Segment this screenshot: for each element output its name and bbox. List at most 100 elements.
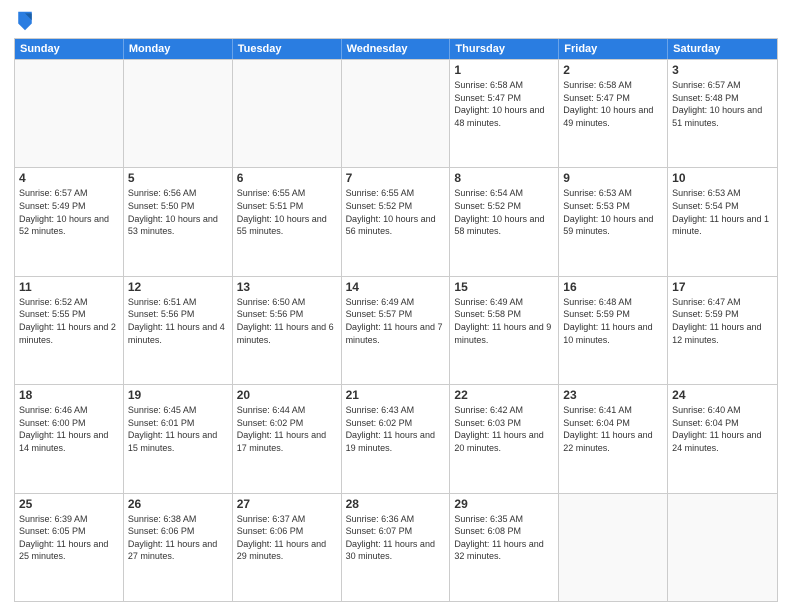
daylight-text: Daylight: 11 hours and 32 minutes.	[454, 538, 554, 563]
sunrise-text: Sunrise: 6:44 AM	[237, 404, 337, 417]
day-number: 14	[346, 280, 446, 294]
day-cell-15: 15Sunrise: 6:49 AMSunset: 5:58 PMDayligh…	[450, 277, 559, 384]
day-cell-11: 11 Sunrise: 6:52 AMSunset: 5:55 PMDayligh…	[15, 277, 124, 384]
day-cell-9: 9Sunrise: 6:53 AMSunset: 5:53 PMDaylight…	[559, 168, 668, 275]
daylight-text: Daylight: 10 hours and 48 minutes.	[454, 104, 554, 129]
sunrise-text: Sunrise: 6:57 AM	[672, 79, 773, 92]
daylight-text: Daylight: 11 hours and 22 minutes.	[563, 429, 663, 454]
day-cell-26: 26Sunrise: 6:38 AMSunset: 6:06 PMDayligh…	[124, 494, 233, 601]
day-cell-14: 14Sunrise: 6:49 AMSunset: 5:57 PMDayligh…	[342, 277, 451, 384]
empty-cell	[342, 60, 451, 167]
daylight-text: Daylight: 11 hours and 24 minutes.	[672, 429, 773, 454]
sunrise-text: Sunrise: 6:53 AM	[563, 187, 663, 200]
daylight-text: Daylight: 11 hours and 7 minutes.	[346, 321, 446, 346]
day-cell-19: 19Sunrise: 6:45 AMSunset: 6:01 PMDayligh…	[124, 385, 233, 492]
day-info: Sunrise: 6:57 AMSunset: 5:49 PMDaylight:…	[19, 187, 119, 237]
sunset-text: Sunset: 5:52 PM	[454, 200, 554, 213]
sunset-text: Sunset: 5:56 PM	[128, 308, 228, 321]
sunset-text: Sunset: 5:47 PM	[454, 92, 554, 105]
day-cell-3: 3 Sunrise: 6:57 AMSunset: 5:48 PMDaylight…	[668, 60, 777, 167]
daylight-text: Daylight: 11 hours and 19 minutes.	[346, 429, 446, 454]
sunset-text: Sunset: 5:47 PM	[563, 92, 663, 105]
sunset-text: Sunset: 5:54 PM	[672, 200, 773, 213]
day-cell-23: 23Sunrise: 6:41 AMSunset: 6:04 PMDayligh…	[559, 385, 668, 492]
day-cell-13: 13Sunrise: 6:50 AMSunset: 5:56 PMDayligh…	[233, 277, 342, 384]
logo-icon	[16, 10, 34, 32]
day-number: 3	[672, 63, 773, 77]
day-info: Sunrise: 6:43 AMSunset: 6:02 PMDaylight:…	[346, 404, 446, 454]
sunset-text: Sunset: 6:04 PM	[672, 417, 773, 430]
header-day-wednesday: Wednesday	[342, 39, 451, 59]
sunrise-text: Sunrise: 6:37 AM	[237, 513, 337, 526]
day-number: 12	[128, 280, 228, 294]
day-cell-5: 5Sunrise: 6:56 AMSunset: 5:50 PMDaylight…	[124, 168, 233, 275]
day-info: Sunrise: 6:48 AMSunset: 5:59 PMDaylight:…	[563, 296, 663, 346]
daylight-text: Daylight: 10 hours and 59 minutes.	[563, 213, 663, 238]
day-info: Sunrise: 6:46 AMSunset: 6:00 PMDaylight:…	[19, 404, 119, 454]
header-day-monday: Monday	[124, 39, 233, 59]
day-info: Sunrise: 6:52 AMSunset: 5:55 PMDaylight:…	[19, 296, 119, 346]
daylight-text: Daylight: 11 hours and 14 minutes.	[19, 429, 119, 454]
day-number: 19	[128, 388, 228, 402]
daylight-text: Daylight: 11 hours and 6 minutes.	[237, 321, 337, 346]
day-number: 29	[454, 497, 554, 511]
calendar: SundayMondayTuesdayWednesdayThursdayFrid…	[14, 38, 778, 602]
day-info: Sunrise: 6:54 AMSunset: 5:52 PMDaylight:…	[454, 187, 554, 237]
day-info: Sunrise: 6:55 AMSunset: 5:52 PMDaylight:…	[346, 187, 446, 237]
day-info: Sunrise: 6:51 AMSunset: 5:56 PMDaylight:…	[128, 296, 228, 346]
day-cell-16: 16 Sunrise: 6:48 AMSunset: 5:59 PMDayligh…	[559, 277, 668, 384]
day-number: 17	[672, 280, 773, 294]
sunset-text: Sunset: 6:02 PM	[237, 417, 337, 430]
sunset-text: Sunset: 6:01 PM	[128, 417, 228, 430]
day-cell-20: 20Sunrise: 6:44 AMSunset: 6:02 PMDayligh…	[233, 385, 342, 492]
sunset-text: Sunset: 5:48 PM	[672, 92, 773, 105]
daylight-text: Daylight: 11 hours and 29 minutes.	[237, 538, 337, 563]
daylight-text: Daylight: 11 hours and 25 minutes.	[19, 538, 119, 563]
sunrise-text: Sunrise: 6:43 AM	[346, 404, 446, 417]
day-info: Sunrise: 6:57 AMSunset: 5:48 PMDaylight:…	[672, 79, 773, 129]
daylight-text: Daylight: 11 hours and 30 minutes.	[346, 538, 446, 563]
daylight-text: Daylight: 11 hours and 27 minutes.	[128, 538, 228, 563]
page: SundayMondayTuesdayWednesdayThursdayFrid…	[0, 0, 792, 612]
day-cell-4: 4Sunrise: 6:57 AMSunset: 5:49 PMDaylight…	[15, 168, 124, 275]
sunrise-text: Sunrise: 6:41 AM	[563, 404, 663, 417]
day-info: Sunrise: 6:37 AMSunset: 6:06 PMDaylight:…	[237, 513, 337, 563]
daylight-text: Daylight: 10 hours and 58 minutes.	[454, 213, 554, 238]
day-number: 11	[19, 280, 119, 294]
day-info: Sunrise: 6:35 AMSunset: 6:08 PMDaylight:…	[454, 513, 554, 563]
sunrise-text: Sunrise: 6:55 AM	[346, 187, 446, 200]
sunset-text: Sunset: 6:03 PM	[454, 417, 554, 430]
sunset-text: Sunset: 5:55 PM	[19, 308, 119, 321]
daylight-text: Daylight: 10 hours and 52 minutes.	[19, 213, 119, 238]
daylight-text: Daylight: 10 hours and 51 minutes.	[672, 104, 773, 129]
header-day-tuesday: Tuesday	[233, 39, 342, 59]
day-cell-22: 22Sunrise: 6:42 AMSunset: 6:03 PMDayligh…	[450, 385, 559, 492]
daylight-text: Daylight: 10 hours and 56 minutes.	[346, 213, 446, 238]
day-cell-27: 27 Sunrise: 6:37 AMSunset: 6:06 PMDayligh…	[233, 494, 342, 601]
sunset-text: Sunset: 6:06 PM	[237, 525, 337, 538]
sunset-text: Sunset: 6:08 PM	[454, 525, 554, 538]
sunrise-text: Sunrise: 6:51 AM	[128, 296, 228, 309]
day-cell-25: 25Sunrise: 6:39 AMSunset: 6:05 PMDayligh…	[15, 494, 124, 601]
day-number: 27	[237, 497, 337, 511]
day-number: 18	[19, 388, 119, 402]
day-info: Sunrise: 6:47 AMSunset: 5:59 PMDaylight:…	[672, 296, 773, 346]
day-info: Sunrise: 6:58 AMSunset: 5:47 PMDaylight:…	[563, 79, 663, 129]
sunrise-text: Sunrise: 6:49 AM	[454, 296, 554, 309]
sunset-text: Sunset: 5:57 PM	[346, 308, 446, 321]
day-info: Sunrise: 6:56 AMSunset: 5:50 PMDaylight:…	[128, 187, 228, 237]
day-number: 15	[454, 280, 554, 294]
day-number: 1	[454, 63, 554, 77]
week-row-1: 4Sunrise: 6:57 AMSunset: 5:49 PMDaylight…	[15, 167, 777, 275]
empty-cell	[124, 60, 233, 167]
day-cell-29: 29 Sunrise: 6:35 AMSunset: 6:08 PMDayligh…	[450, 494, 559, 601]
day-info: Sunrise: 6:36 AMSunset: 6:07 PMDaylight:…	[346, 513, 446, 563]
day-number: 16	[563, 280, 663, 294]
daylight-text: Daylight: 11 hours and 2 minutes.	[19, 321, 119, 346]
sunrise-text: Sunrise: 6:48 AM	[563, 296, 663, 309]
sunset-text: Sunset: 5:56 PM	[237, 308, 337, 321]
sunrise-text: Sunrise: 6:36 AM	[346, 513, 446, 526]
daylight-text: Daylight: 11 hours and 20 minutes.	[454, 429, 554, 454]
day-number: 9	[563, 171, 663, 185]
week-row-3: 18 Sunrise: 6:46 AMSunset: 6:00 PMDayligh…	[15, 384, 777, 492]
